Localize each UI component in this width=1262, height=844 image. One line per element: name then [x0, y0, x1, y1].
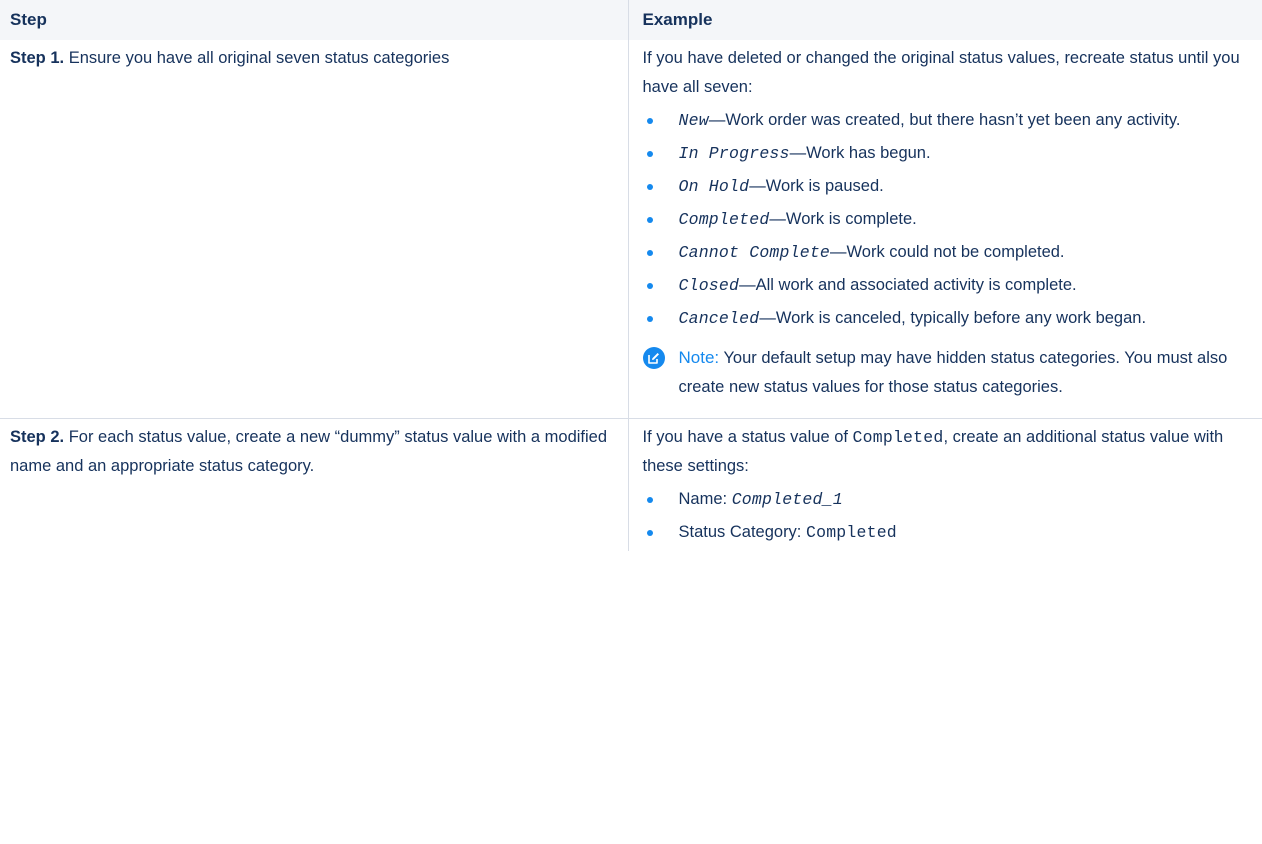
- step-column-header: Step: [0, 0, 628, 40]
- list-item: Cannot Complete—Work could not be comple…: [643, 238, 1255, 267]
- table-row: Step 1. Ensure you have all original sev…: [0, 40, 1262, 419]
- status-list: New—Work order was created, but there ha…: [643, 106, 1255, 333]
- settings-list: Name: Completed_1 Status Category: Compl…: [643, 485, 1255, 547]
- step-cell: Step 2. For each status value, create a …: [0, 419, 628, 552]
- example-cell: If you have deleted or changed the origi…: [627, 40, 1262, 419]
- list-item: In Progress—Work has begun.: [643, 139, 1255, 168]
- list-item: New—Work order was created, but there ha…: [643, 106, 1255, 135]
- status-code: Completed: [678, 210, 770, 229]
- status-code: Cannot Complete: [678, 243, 831, 262]
- list-item: On Hold—Work is paused.: [643, 172, 1255, 201]
- status-code: On Hold: [678, 177, 750, 196]
- example-intro: If you have a status value of Completed,…: [643, 423, 1255, 481]
- list-item: Name: Completed_1: [643, 485, 1255, 514]
- bullet-dot-icon: [646, 316, 653, 322]
- edit-note-icon: [642, 347, 665, 369]
- setting-value: Completed_1: [731, 490, 843, 509]
- bullet-dot-icon: [646, 250, 653, 256]
- step-text: Ensure you have all original seven statu…: [68, 49, 450, 67]
- example-column-header: Example: [627, 0, 1262, 40]
- bullet-dot-icon: [646, 118, 653, 124]
- note-callout: Note: Your default setup may have hidden…: [642, 343, 1255, 402]
- bullet-dot-icon: [646, 184, 653, 190]
- setting-label: Name:: [678, 490, 732, 508]
- bullet-dot-icon: [646, 530, 653, 536]
- table-header: Step Example: [0, 0, 1262, 40]
- setting-value: Completed: [805, 523, 897, 542]
- list-item: Canceled—Work is canceled, typically bef…: [643, 304, 1255, 333]
- bullet-dot-icon: [646, 497, 653, 503]
- example-intro: If you have deleted or changed the origi…: [642, 49, 1240, 96]
- example-intro-before: If you have a status value of: [642, 428, 853, 446]
- status-code: Closed: [678, 276, 740, 295]
- status-description: —Work is paused.: [749, 177, 884, 195]
- status-description: —Work is canceled, typically before any …: [759, 309, 1147, 327]
- step-text: For each status value, create a new “dum…: [10, 428, 608, 475]
- status-code: In Progress: [678, 144, 790, 163]
- status-description: —Work order was created, but there hasn’…: [708, 111, 1181, 129]
- step-number: Step 2.: [10, 428, 65, 446]
- list-item: Closed—All work and associated activity …: [643, 271, 1255, 300]
- status-description: —All work and associated activity is com…: [739, 276, 1077, 294]
- table-row: Step 2. For each status value, create a …: [0, 418, 1262, 552]
- note-label: Note:: [678, 348, 720, 367]
- bullet-dot-icon: [646, 283, 653, 289]
- step-number: Step 1.: [10, 49, 65, 67]
- status-description: —Work is complete.: [769, 210, 917, 228]
- status-code: New: [678, 111, 709, 130]
- setting-label: Status Category:: [678, 523, 806, 541]
- bullet-dot-icon: [646, 151, 653, 157]
- example-cell: If you have a status value of Completed,…: [627, 418, 1262, 551]
- status-code: Canceled: [678, 309, 760, 328]
- list-item: Status Category: Completed: [643, 518, 1255, 547]
- status-description: —Work could not be completed.: [830, 243, 1065, 261]
- status-steps-table: Step Example Step 1. Ensure you have all…: [0, 0, 1262, 551]
- note-text: Your default setup may have hidden statu…: [678, 349, 1228, 396]
- step-cell: Step 1. Ensure you have all original sev…: [0, 40, 628, 419]
- status-code: Completed: [852, 428, 944, 447]
- list-item: Completed—Work is complete.: [643, 205, 1255, 234]
- bullet-dot-icon: [646, 217, 653, 223]
- status-description: —Work has begun.: [789, 144, 931, 162]
